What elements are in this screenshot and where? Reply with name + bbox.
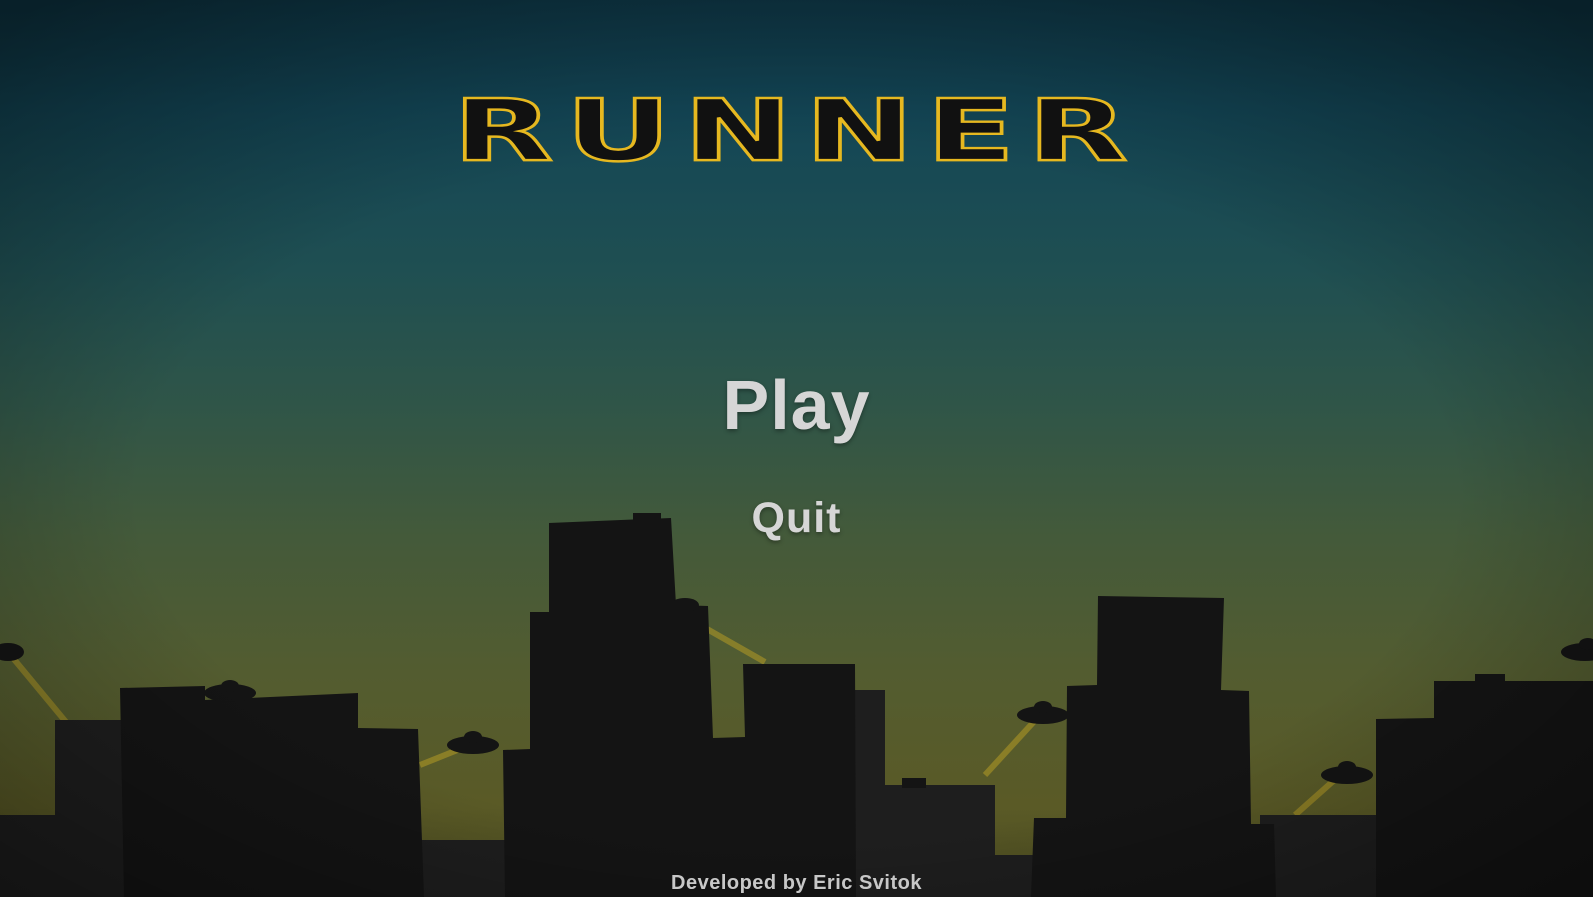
quit-button[interactable]: Quit: [0, 494, 1593, 543]
main-menu-screen: RUNNER Play Quit Developed by Eric Svito…: [0, 0, 1593, 897]
play-button[interactable]: Play: [0, 365, 1593, 445]
developer-credit: Developed by Eric Svitok: [671, 872, 922, 894]
game-title-logo: RUNNER: [451, 80, 1141, 181]
